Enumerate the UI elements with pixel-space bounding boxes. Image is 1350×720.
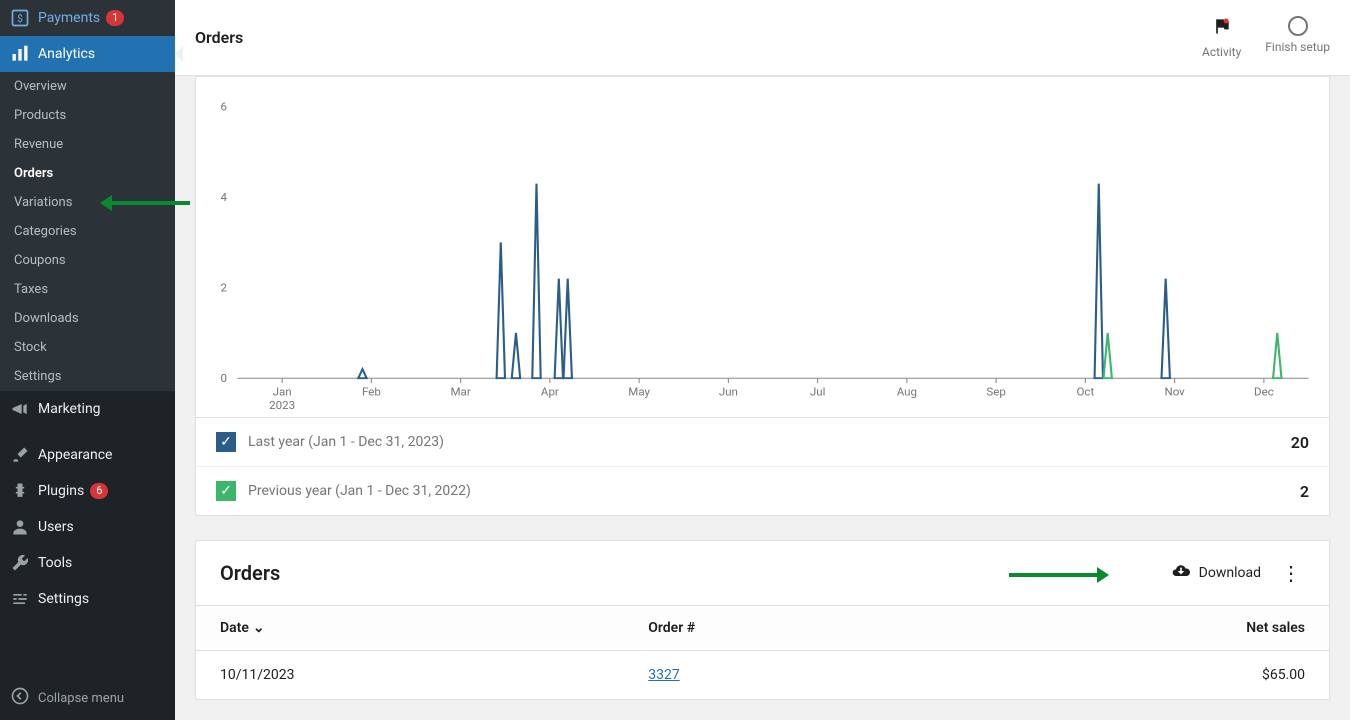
sub-taxes[interactable]: Taxes — [0, 275, 175, 304]
svg-text:Oct: Oct — [1076, 386, 1094, 398]
dollar-icon: $ — [10, 8, 30, 28]
bar-chart-icon — [10, 44, 30, 64]
svg-text:Feb: Feb — [362, 386, 381, 398]
svg-text:Nov: Nov — [1164, 386, 1185, 398]
sub-categories[interactable]: Categories — [0, 217, 175, 246]
chevron-left-circle-icon — [10, 686, 30, 710]
sub-revenue[interactable]: Revenue — [0, 130, 175, 159]
svg-text:4: 4 — [221, 191, 227, 203]
wrench-icon — [10, 553, 30, 573]
sub-coupons[interactable]: Coupons — [0, 246, 175, 275]
svg-text:May: May — [628, 386, 651, 398]
checkbox-checked-icon[interactable]: ✓ — [216, 481, 236, 501]
user-icon — [10, 517, 30, 537]
sub-orders[interactable]: Orders — [0, 159, 175, 188]
svg-text:0: 0 — [221, 372, 227, 384]
active-indicator-icon — [175, 46, 183, 62]
sidebar-item-label: Payments — [38, 10, 100, 26]
sidebar-item-label: Analytics — [38, 46, 95, 62]
svg-text:6: 6 — [221, 101, 227, 113]
sidebar-item-label: Settings — [38, 591, 89, 607]
sub-settings[interactable]: Settings — [0, 362, 175, 391]
checkbox-checked-icon[interactable]: ✓ — [216, 432, 236, 452]
collapse-label: Collapse menu — [38, 691, 124, 706]
col-net-sales[interactable]: Net sales — [956, 606, 1329, 651]
activity-button[interactable]: Activity — [1202, 16, 1241, 59]
sidebar-item-marketing[interactable]: Marketing — [0, 391, 175, 427]
sub-downloads[interactable]: Downloads — [0, 304, 175, 333]
sidebar-item-label: Marketing — [38, 401, 101, 417]
sidebar-item-payments[interactable]: $ Payments 1 — [0, 0, 175, 36]
chevron-down-icon: ⌄ — [253, 620, 265, 636]
badge: 1 — [106, 10, 124, 26]
col-order[interactable]: Order # — [624, 606, 956, 651]
content-scroll[interactable]: 0 2 4 6 Jan Feb Mar Apr May Jun Jul Aug Sep Oct Nov Dec… — [175, 76, 1350, 720]
cell-net: $65.00 — [956, 651, 1329, 700]
sub-stock[interactable]: Stock — [0, 333, 175, 362]
page-title: Orders — [195, 28, 243, 47]
col-date[interactable]: Date⌄ — [196, 606, 624, 651]
sidebar-item-label: Appearance — [38, 447, 112, 463]
megaphone-icon — [10, 399, 30, 419]
finish-setup-button[interactable]: Finish setup — [1265, 16, 1330, 59]
cell-date: 10/11/2023 — [196, 651, 624, 700]
orders-table: Date⌄ Order # Net sales 10/11/2023 3327 … — [196, 605, 1329, 699]
brush-icon — [10, 445, 30, 465]
chart-card: 0 2 4 6 Jan Feb Mar Apr May Jun Jul Aug Sep Oct Nov Dec… — [195, 76, 1330, 516]
chart-legend: ✓ Last year (Jan 1 - Dec 31, 2023) 20 ✓ … — [196, 417, 1329, 515]
legend-row-previous[interactable]: ✓ Previous year (Jan 1 - Dec 31, 2022) 2 — [196, 467, 1329, 515]
sidebar-item-label: Tools — [38, 555, 72, 571]
sidebar-item-plugins[interactable]: Plugins 6 — [0, 473, 175, 509]
download-button[interactable]: Download — [1171, 561, 1261, 585]
svg-text:2: 2 — [221, 282, 227, 294]
svg-text:Jun: Jun — [719, 386, 738, 398]
sidebar-item-appearance[interactable]: Appearance — [0, 437, 175, 473]
legend-row-current[interactable]: ✓ Last year (Jan 1 - Dec 31, 2023) 20 — [196, 418, 1329, 467]
sidebar-item-label: Plugins — [38, 483, 84, 499]
flag-icon — [1212, 16, 1232, 41]
svg-text:Dec: Dec — [1254, 386, 1274, 398]
order-link[interactable]: 3327 — [648, 667, 679, 683]
sidebar-item-analytics[interactable]: Analytics — [0, 36, 175, 72]
topbar: Orders Activity Finish setup — [175, 0, 1350, 76]
svg-text:2023: 2023 — [269, 400, 295, 412]
sidebar-item-label: Users — [38, 519, 74, 535]
progress-ring-icon — [1288, 16, 1308, 36]
badge: 6 — [90, 483, 108, 499]
sliders-icon — [10, 589, 30, 609]
main-area: Orders Activity Finish setup 0 2 4 6 Jan Feb M… — [175, 0, 1350, 720]
cloud-download-icon — [1171, 561, 1191, 585]
sidebar-item-settings[interactable]: Settings — [0, 581, 175, 617]
annotation-arrow-icon — [100, 193, 190, 213]
plug-icon — [10, 481, 30, 501]
svg-text:Jan: Jan — [273, 386, 292, 398]
orders-chart: 0 2 4 6 Jan Feb Mar Apr May Jun Jul Aug Sep Oct Nov Dec… — [206, 97, 1319, 417]
more-options-button[interactable]: ⋮ — [1277, 561, 1305, 585]
admin-sidebar: $ Payments 1 Analytics Overview Products… — [0, 0, 175, 720]
table-row: 10/11/2023 3327 $65.00 — [196, 651, 1329, 700]
sidebar-item-users[interactable]: Users — [0, 509, 175, 545]
sub-overview[interactable]: Overview — [0, 72, 175, 101]
svg-text:Jul: Jul — [810, 386, 826, 398]
orders-table-title: Orders — [220, 561, 280, 585]
orders-table-card: Orders Download ⋮ Date⌄ Order # — [195, 540, 1330, 700]
svg-text:Sep: Sep — [986, 386, 1005, 398]
svg-text:$: $ — [17, 12, 23, 25]
analytics-submenu: Overview Products Revenue Orders Variati… — [0, 72, 175, 391]
collapse-menu-button[interactable]: Collapse menu — [0, 676, 175, 720]
annotation-arrow-icon — [1009, 565, 1109, 585]
sidebar-item-tools[interactable]: Tools — [0, 545, 175, 581]
svg-text:Mar: Mar — [450, 386, 471, 398]
svg-text:Aug: Aug — [897, 386, 917, 398]
sub-products[interactable]: Products — [0, 101, 175, 130]
svg-text:Apr: Apr — [541, 386, 559, 398]
